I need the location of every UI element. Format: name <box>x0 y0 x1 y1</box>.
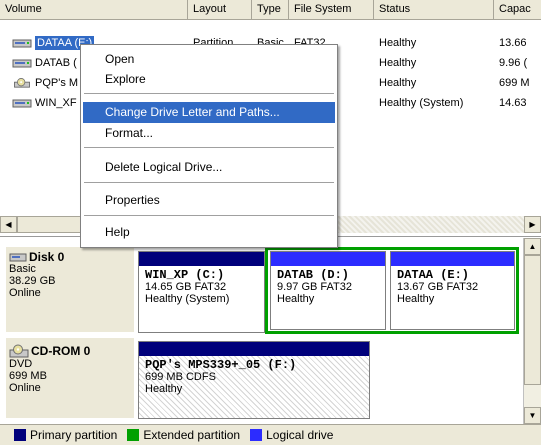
partition-status: Healthy (System) <box>145 293 230 305</box>
status-cell: Healthy <box>379 57 417 69</box>
capacity-cell: 13.66 <box>499 37 527 49</box>
column-header-capacity[interactable]: Capac <box>494 0 541 20</box>
logical-drive-bar <box>271 252 385 266</box>
cdrom-0-state: Online <box>9 382 41 394</box>
status-cell: Healthy <box>379 37 417 49</box>
arrow-down-icon: ▼ <box>528 411 537 420</box>
partition-d[interactable]: DATAB (D:) 9.97 GB FAT32 Healthy <box>270 251 386 330</box>
drive-icon <box>12 39 32 48</box>
menu-item-delete-logical-drive[interactable]: Delete Logical Drive... <box>83 157 335 178</box>
partition-name: DATAB (D:) <box>277 268 350 282</box>
partition-name: WIN_XP (C:) <box>145 268 225 282</box>
cd-drive-icon <box>9 344 29 358</box>
menu-separator <box>84 147 334 148</box>
cdrom-0-title: CD-ROM 0 <box>9 344 133 358</box>
menu-separator <box>84 93 334 94</box>
partition-e[interactable]: DATAA (E:) 13.67 GB FAT32 Healthy <box>390 251 515 330</box>
partition-f[interactable]: PQP's MPS339+_05 (F:) 699 MB CDFS Health… <box>138 341 370 419</box>
volume-name: DATAB ( <box>35 57 77 69</box>
capacity-cell: 14.63 <box>499 97 527 109</box>
arrow-right-icon: ▶ <box>529 220 536 229</box>
scroll-right-button[interactable]: ▶ <box>524 216 541 233</box>
context-menu: Open Explore Change Drive Letter and Pat… <box>80 44 338 248</box>
partition-size: 14.65 GB FAT32 <box>145 281 227 293</box>
drive-icon <box>12 99 32 108</box>
menu-separator <box>84 182 334 183</box>
scroll-up-button[interactable]: ▲ <box>524 238 541 255</box>
cd-drive-icon <box>14 78 30 88</box>
menu-item-help[interactable]: Help <box>83 222 335 243</box>
column-headers: Volume Layout Type File System Status Ca… <box>0 0 541 20</box>
column-header-type[interactable]: Type <box>252 0 289 20</box>
column-header-status[interactable]: Status <box>374 0 494 20</box>
partition-status: Healthy <box>145 383 183 395</box>
menu-item-open[interactable]: Open <box>83 49 335 70</box>
cdrom-0-name: CD-ROM 0 <box>31 344 91 358</box>
drive-icon <box>12 59 32 68</box>
column-header-layout[interactable]: Layout <box>188 0 252 20</box>
logical-swatch-icon <box>250 429 263 441</box>
partition-size: 699 MB CDFS <box>145 371 216 383</box>
legend-item-logical: Logical drive <box>250 428 333 442</box>
disk-map: Disk 0 Basic 38.29 GB Online WIN_XP (C:)… <box>0 238 523 424</box>
volume-name: PQP's M <box>35 77 79 89</box>
primary-partition-bar <box>139 342 369 356</box>
arrow-up-icon: ▲ <box>528 242 537 251</box>
scroll-left-button[interactable]: ◀ <box>0 216 17 233</box>
menu-item-explore[interactable]: Explore <box>83 69 335 90</box>
capacity-cell: 9.96 ( <box>499 57 528 69</box>
capacity-cell: 699 M <box>499 77 530 89</box>
menu-item-format[interactable]: Format... <box>83 123 335 144</box>
partition-name: DATAA (E:) <box>397 268 470 282</box>
primary-partition-bar <box>139 252 264 266</box>
disk-0-size: 38.29 GB <box>9 275 56 287</box>
arrow-left-icon: ◀ <box>5 220 12 229</box>
partition-c[interactable]: WIN_XP (C:) 14.65 GB FAT32 Healthy (Syst… <box>138 251 265 333</box>
scroll-down-button[interactable]: ▼ <box>524 407 541 424</box>
partition-size: 9.97 GB FAT32 <box>277 281 353 293</box>
status-cell: Healthy (System) <box>379 97 464 109</box>
vertical-scrollbar[interactable]: ▲ ▼ <box>523 238 541 424</box>
disk-0-name: Disk 0 <box>29 250 65 264</box>
menu-item-change-drive-letter[interactable]: Change Drive Letter and Paths... <box>83 102 335 123</box>
menu-item-properties[interactable]: Properties <box>83 190 335 211</box>
partition-status: Healthy <box>397 293 435 305</box>
logical-drive-bar <box>391 252 514 266</box>
column-header-volume[interactable]: Volume <box>0 0 188 20</box>
disk-0-state: Online <box>9 287 41 299</box>
extended-swatch-icon <box>127 429 140 441</box>
disk-0-info[interactable]: Disk 0 Basic 38.29 GB Online <box>9 251 133 299</box>
partition-status: Healthy <box>277 293 315 305</box>
legend: Primary partition Extended partition Log… <box>0 424 541 445</box>
primary-swatch-icon <box>14 429 26 441</box>
status-cell: Healthy <box>379 77 417 89</box>
cdrom-0-type: DVD <box>9 358 33 370</box>
scroll-thumb[interactable] <box>524 255 541 385</box>
legend-label: Logical drive <box>266 428 334 442</box>
menu-separator <box>84 215 334 216</box>
disk-0-type: Basic <box>9 263 36 275</box>
volume-name: WIN_XF <box>35 97 77 109</box>
cdrom-0-size: 699 MB <box>9 370 47 382</box>
partition-size: 13.67 GB FAT32 <box>397 281 479 293</box>
legend-item-primary: Primary partition <box>14 428 117 442</box>
legend-item-extended: Extended partition <box>127 428 240 442</box>
column-header-filesystem[interactable]: File System <box>289 0 374 20</box>
hard-disk-icon <box>9 253 27 262</box>
legend-label: Extended partition <box>143 428 241 442</box>
partition-name: PQP's MPS339+_05 (F:) <box>145 358 297 372</box>
cdrom-0-info[interactable]: CD-ROM 0 DVD 699 MB Online <box>9 344 133 394</box>
disk-0-title: Disk 0 <box>9 251 133 263</box>
legend-label: Primary partition <box>30 428 118 442</box>
